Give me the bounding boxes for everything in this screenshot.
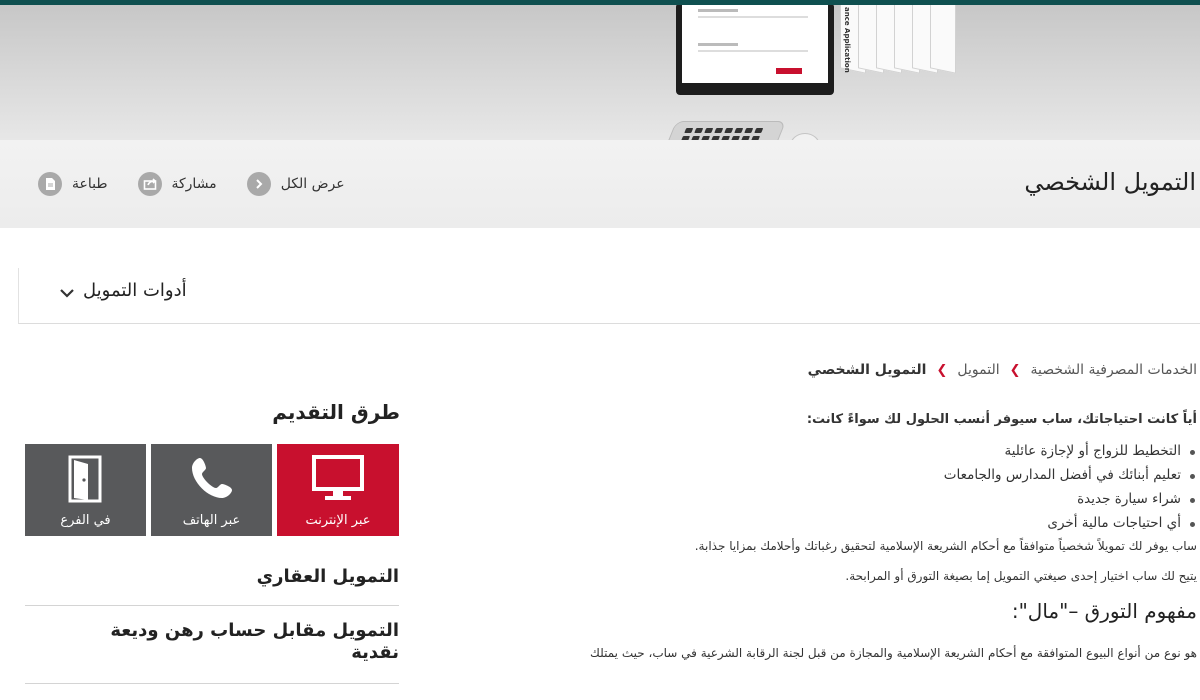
apply-phone-label: عبر الهاتف (182, 513, 241, 528)
share-button[interactable]: مشاركة (137, 172, 217, 196)
breadcrumb-current: التمويل الشخصي (807, 362, 927, 378)
apply-online-label: عبر الإنترنت (305, 513, 371, 528)
print-button[interactable]: طباعة (38, 172, 108, 196)
list-item: تعليم أبنائك في أفضل المدارس والجامعات (457, 467, 1197, 483)
share-label: مشاركة (171, 176, 217, 192)
article-content: أياً كانت احتياجاتك، ساب سيوفر أنسب الحل… (457, 412, 1197, 663)
share-icon (137, 172, 162, 196)
article-paragraph: ساب يوفر لك تمويلاً شخصياً متوافقاً مع أ… (694, 539, 1197, 553)
cash-deposit-finance-label: التمويل مقابل حساب رهن وديعة نقدية (110, 620, 399, 663)
print-icon (38, 172, 62, 196)
print-label: طباعة (72, 176, 108, 192)
page-title: التمويل الشخصي (1024, 168, 1196, 196)
view-all-button[interactable]: عرض الكل (246, 172, 345, 196)
finance-tools-dropdown[interactable]: أدوات التمويل (18, 268, 1200, 324)
page-header: التمويل الشخصي طباعة مشاركة عرض الكل (0, 140, 1200, 228)
monitor-icon (277, 454, 399, 504)
door-icon (25, 454, 146, 504)
breadcrumb-finance[interactable]: التمويل (957, 362, 999, 378)
breadcrumb-separator-icon: ❯ (936, 362, 948, 378)
apply-branch-button[interactable]: في الفرع (25, 444, 146, 536)
article-intro: أياً كانت احتياجاتك، ساب سيوفر أنسب الحل… (806, 412, 1197, 427)
breadcrumb-personal-banking[interactable]: الخدمات المصرفية الشخصية (1031, 362, 1197, 378)
apply-branch-label: في الفرع (60, 513, 111, 528)
paper-stack-illustration (840, 5, 970, 75)
view-all-label: عرض الكل (280, 176, 345, 192)
home-finance-label: التمويل العقاري (256, 566, 399, 587)
article-paragraph: يتيح لك ساب اختيار إحدى صيغتي التمويل إم… (845, 569, 1197, 583)
header-actions: طباعة مشاركة عرض الكل (38, 171, 375, 197)
article-paragraph: هو نوع من أنواع البيوع المتوافقة مع أحكا… (590, 646, 1197, 660)
finance-tools-label: أدوات التمويل (83, 280, 187, 301)
apply-phone-button[interactable]: عبر الهاتف (151, 444, 272, 536)
mouse-illustration (790, 133, 820, 140)
list-item: شراء سيارة جديدة (457, 491, 1197, 507)
hero-banner: ance Application (0, 5, 1200, 140)
apply-methods: في الفرع عبر الهاتف عبر الإنترنت (25, 444, 399, 536)
home-finance-link[interactable]: التمويل العقاري (25, 566, 399, 606)
list-item: أي احتياجات مالية أخرى (457, 515, 1197, 531)
needs-list: التخطيط للزواج أو لإجازة عائلية تعليم أب… (457, 443, 1197, 531)
breadcrumb: الخدمات المصرفية الشخصية ❯ التمويل ❯ الت… (808, 362, 1197, 378)
chevron-down-icon (59, 284, 75, 303)
banner-paper-text: ance Application (843, 7, 851, 73)
breadcrumb-separator-icon: ❯ (1009, 362, 1021, 378)
cash-deposit-finance-link[interactable]: التمويل مقابل حساب رهن وديعة نقدية (25, 620, 399, 684)
phone-icon (151, 454, 272, 502)
apply-methods-title: طرق التقديم (272, 400, 400, 424)
tawarruq-heading: مفهوم التورق –"مال": (1011, 599, 1197, 623)
apply-online-button[interactable]: عبر الإنترنت (277, 444, 399, 536)
chevron-right-icon (246, 172, 271, 196)
monitor-illustration (676, 5, 834, 95)
keyboard-illustration (659, 121, 787, 140)
list-item: التخطيط للزواج أو لإجازة عائلية (457, 443, 1197, 459)
